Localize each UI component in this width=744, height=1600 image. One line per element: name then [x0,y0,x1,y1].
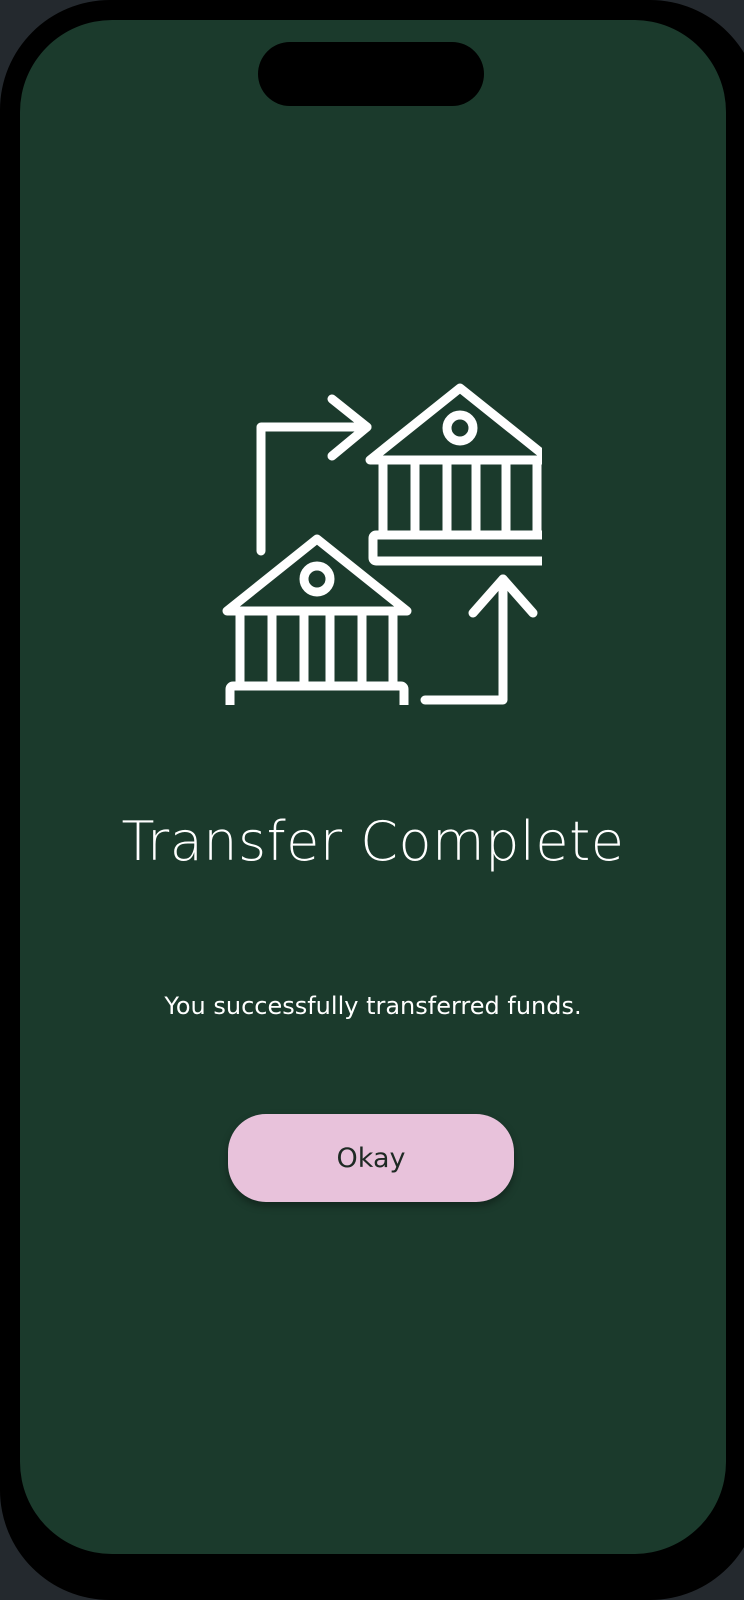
phone-frame: Transfer Complete You successfully trans… [0,0,744,1600]
dynamic-island [258,42,484,106]
okay-button[interactable]: Okay [228,1114,514,1202]
page-title: Transfer Complete [121,810,625,873]
app-screen: Transfer Complete You successfully trans… [20,20,726,1554]
success-message: You successfully transferred funds. [164,992,582,1020]
bank-transfer-icon [222,383,542,705]
bank-building-icon [365,383,542,566]
arrow-up-icon [420,574,538,705]
arrow-right-icon [256,394,372,556]
